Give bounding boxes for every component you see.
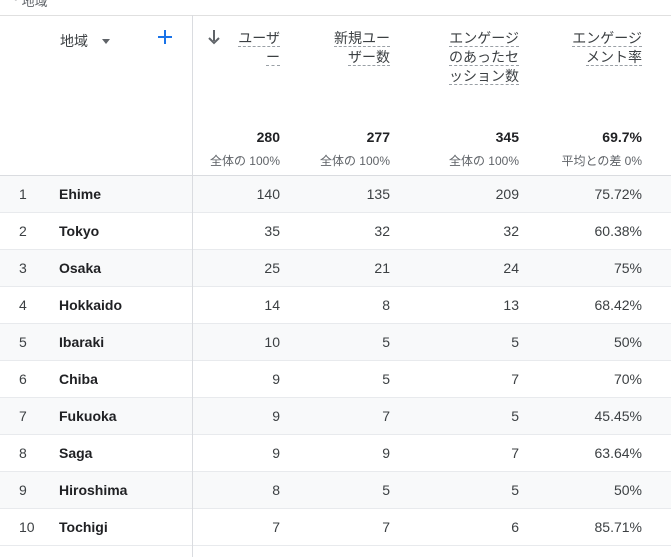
row-region[interactable]: Ehime [59,176,101,212]
table-row[interactable]: 4 Hokkaido 14 8 13 68.42% [0,287,671,324]
row-users: 35 [264,223,280,239]
row-engaged-sessions: 7 [511,371,519,387]
row-engaged-sessions: 5 [511,482,519,498]
row-users: 14 [264,297,280,313]
row-users: 8 [272,482,280,498]
row-new-users: 5 [382,482,390,498]
row-engaged-sessions: 209 [495,186,519,202]
table-row[interactable]: 3 Osaka 25 21 24 75% [0,250,671,287]
row-index: 2 [19,223,27,239]
row-engagement-rate: 50% [613,482,642,498]
row-engaged-sessions: 32 [503,223,519,239]
total-users: 280 [256,129,280,145]
column-header-engaged-sessions[interactable]: エンゲージ のあったセ ッション数 [420,29,519,86]
row-region[interactable]: Osaka [59,250,101,286]
row-engagement-rate: 63.64% [594,445,642,461]
row-users: 140 [256,186,280,202]
row-region[interactable]: Ibaraki [59,324,104,360]
total-engagement-rate: 69.7% [602,129,642,145]
top-bar-text: ᄾ 地域 [6,0,48,9]
column-header-users[interactable]: ユーザ ー [222,29,280,67]
row-engagement-rate: 75% [613,260,642,276]
table-row[interactable]: 7 Fukuoka 9 7 5 45.45% [0,398,671,435]
row-engagement-rate: 45.45% [594,408,642,424]
row-engagement-rate: 70% [613,371,642,387]
dimension-label: 地域 [60,33,88,49]
column-header-new-users[interactable]: 新規ユー ザー数 [300,29,390,67]
table-row[interactable]: 10 Tochigi 7 7 6 85.71% [0,509,671,546]
column-header-engagement-rate-label: エンゲージ メント率 [572,30,642,66]
row-users: 9 [272,408,280,424]
row-region[interactable]: Tokyo [59,213,99,249]
row-new-users: 7 [382,519,390,535]
row-region[interactable]: Saga [59,435,92,471]
row-index: 7 [19,408,27,424]
total-new-users-sub: 全体の 100% [319,154,390,168]
row-new-users: 32 [374,223,390,239]
table-row[interactable]: 2 Tokyo 35 32 32 60.38% [0,213,671,250]
row-index: 10 [19,519,35,535]
dropdown-icon[interactable] [102,38,110,44]
row-new-users: 9 [382,445,390,461]
total-new-users: 277 [366,129,390,145]
row-engagement-rate: 85.71% [594,519,642,535]
row-region[interactable]: Tochigi [59,509,108,545]
total-engagement-rate-sub: 平均との差 0% [561,154,642,168]
sort-descending-icon[interactable] [207,29,221,45]
total-engaged-sessions: 345 [495,129,519,145]
row-region[interactable]: Fukuoka [59,398,117,434]
row-engaged-sessions: 5 [511,408,519,424]
row-index: 5 [19,334,27,350]
column-divider [192,15,193,557]
table-row[interactable]: 5 Ibaraki 10 5 5 50% [0,324,671,361]
table-row[interactable]: 8 Saga 9 9 7 63.64% [0,435,671,472]
row-index: 1 [19,186,27,202]
table-row[interactable]: 6 Chiba 9 5 7 70% [0,361,671,398]
total-engaged-sessions-sub: 全体の 100% [448,154,519,168]
row-new-users: 8 [382,297,390,313]
table-body: 1 Ehime 140 135 209 75.72% 2 Tokyo 35 32… [0,176,671,546]
table-header: 地域 ユーザ ー 新規ユー ザー数 エンゲージ のあったセ ッション数 エンゲー… [0,15,671,176]
row-index: 6 [19,371,27,387]
top-bar: ᄾ 地域 [0,0,671,16]
row-index: 9 [19,482,27,498]
row-engaged-sessions: 13 [503,297,519,313]
row-region[interactable]: Hiroshima [59,472,127,508]
table-row[interactable]: 9 Hiroshima 8 5 5 50% [0,472,671,509]
dimension-selector[interactable]: 地域 [60,31,110,51]
row-region[interactable]: Hokkaido [59,287,122,323]
column-header-engaged-sessions-label: エンゲージ のあったセ ッション数 [449,30,519,85]
row-engaged-sessions: 24 [503,260,519,276]
row-engagement-rate: 60.38% [594,223,642,239]
row-users: 7 [272,519,280,535]
row-new-users: 5 [382,371,390,387]
row-users: 9 [272,371,280,387]
row-new-users: 7 [382,408,390,424]
row-index: 8 [19,445,27,461]
row-engaged-sessions: 5 [511,334,519,350]
column-header-engagement-rate[interactable]: エンゲージ メント率 [540,29,642,67]
row-region[interactable]: Chiba [59,361,98,397]
row-engaged-sessions: 7 [511,445,519,461]
add-icon[interactable] [155,27,175,47]
row-new-users: 21 [374,260,390,276]
row-engagement-rate: 75.72% [594,186,642,202]
row-new-users: 135 [366,186,390,202]
table-row[interactable]: 1 Ehime 140 135 209 75.72% [0,176,671,213]
row-new-users: 5 [382,334,390,350]
column-header-users-label: ユーザ ー [238,30,280,66]
row-users: 10 [264,334,280,350]
total-users-sub: 全体の 100% [209,154,280,168]
row-engagement-rate: 50% [613,334,642,350]
row-index: 4 [19,297,27,313]
row-index: 3 [19,260,27,276]
row-users: 25 [264,260,280,276]
column-header-new-users-label: 新規ユー ザー数 [334,30,390,66]
row-users: 9 [272,445,280,461]
row-engagement-rate: 68.42% [594,297,642,313]
row-engaged-sessions: 6 [511,519,519,535]
